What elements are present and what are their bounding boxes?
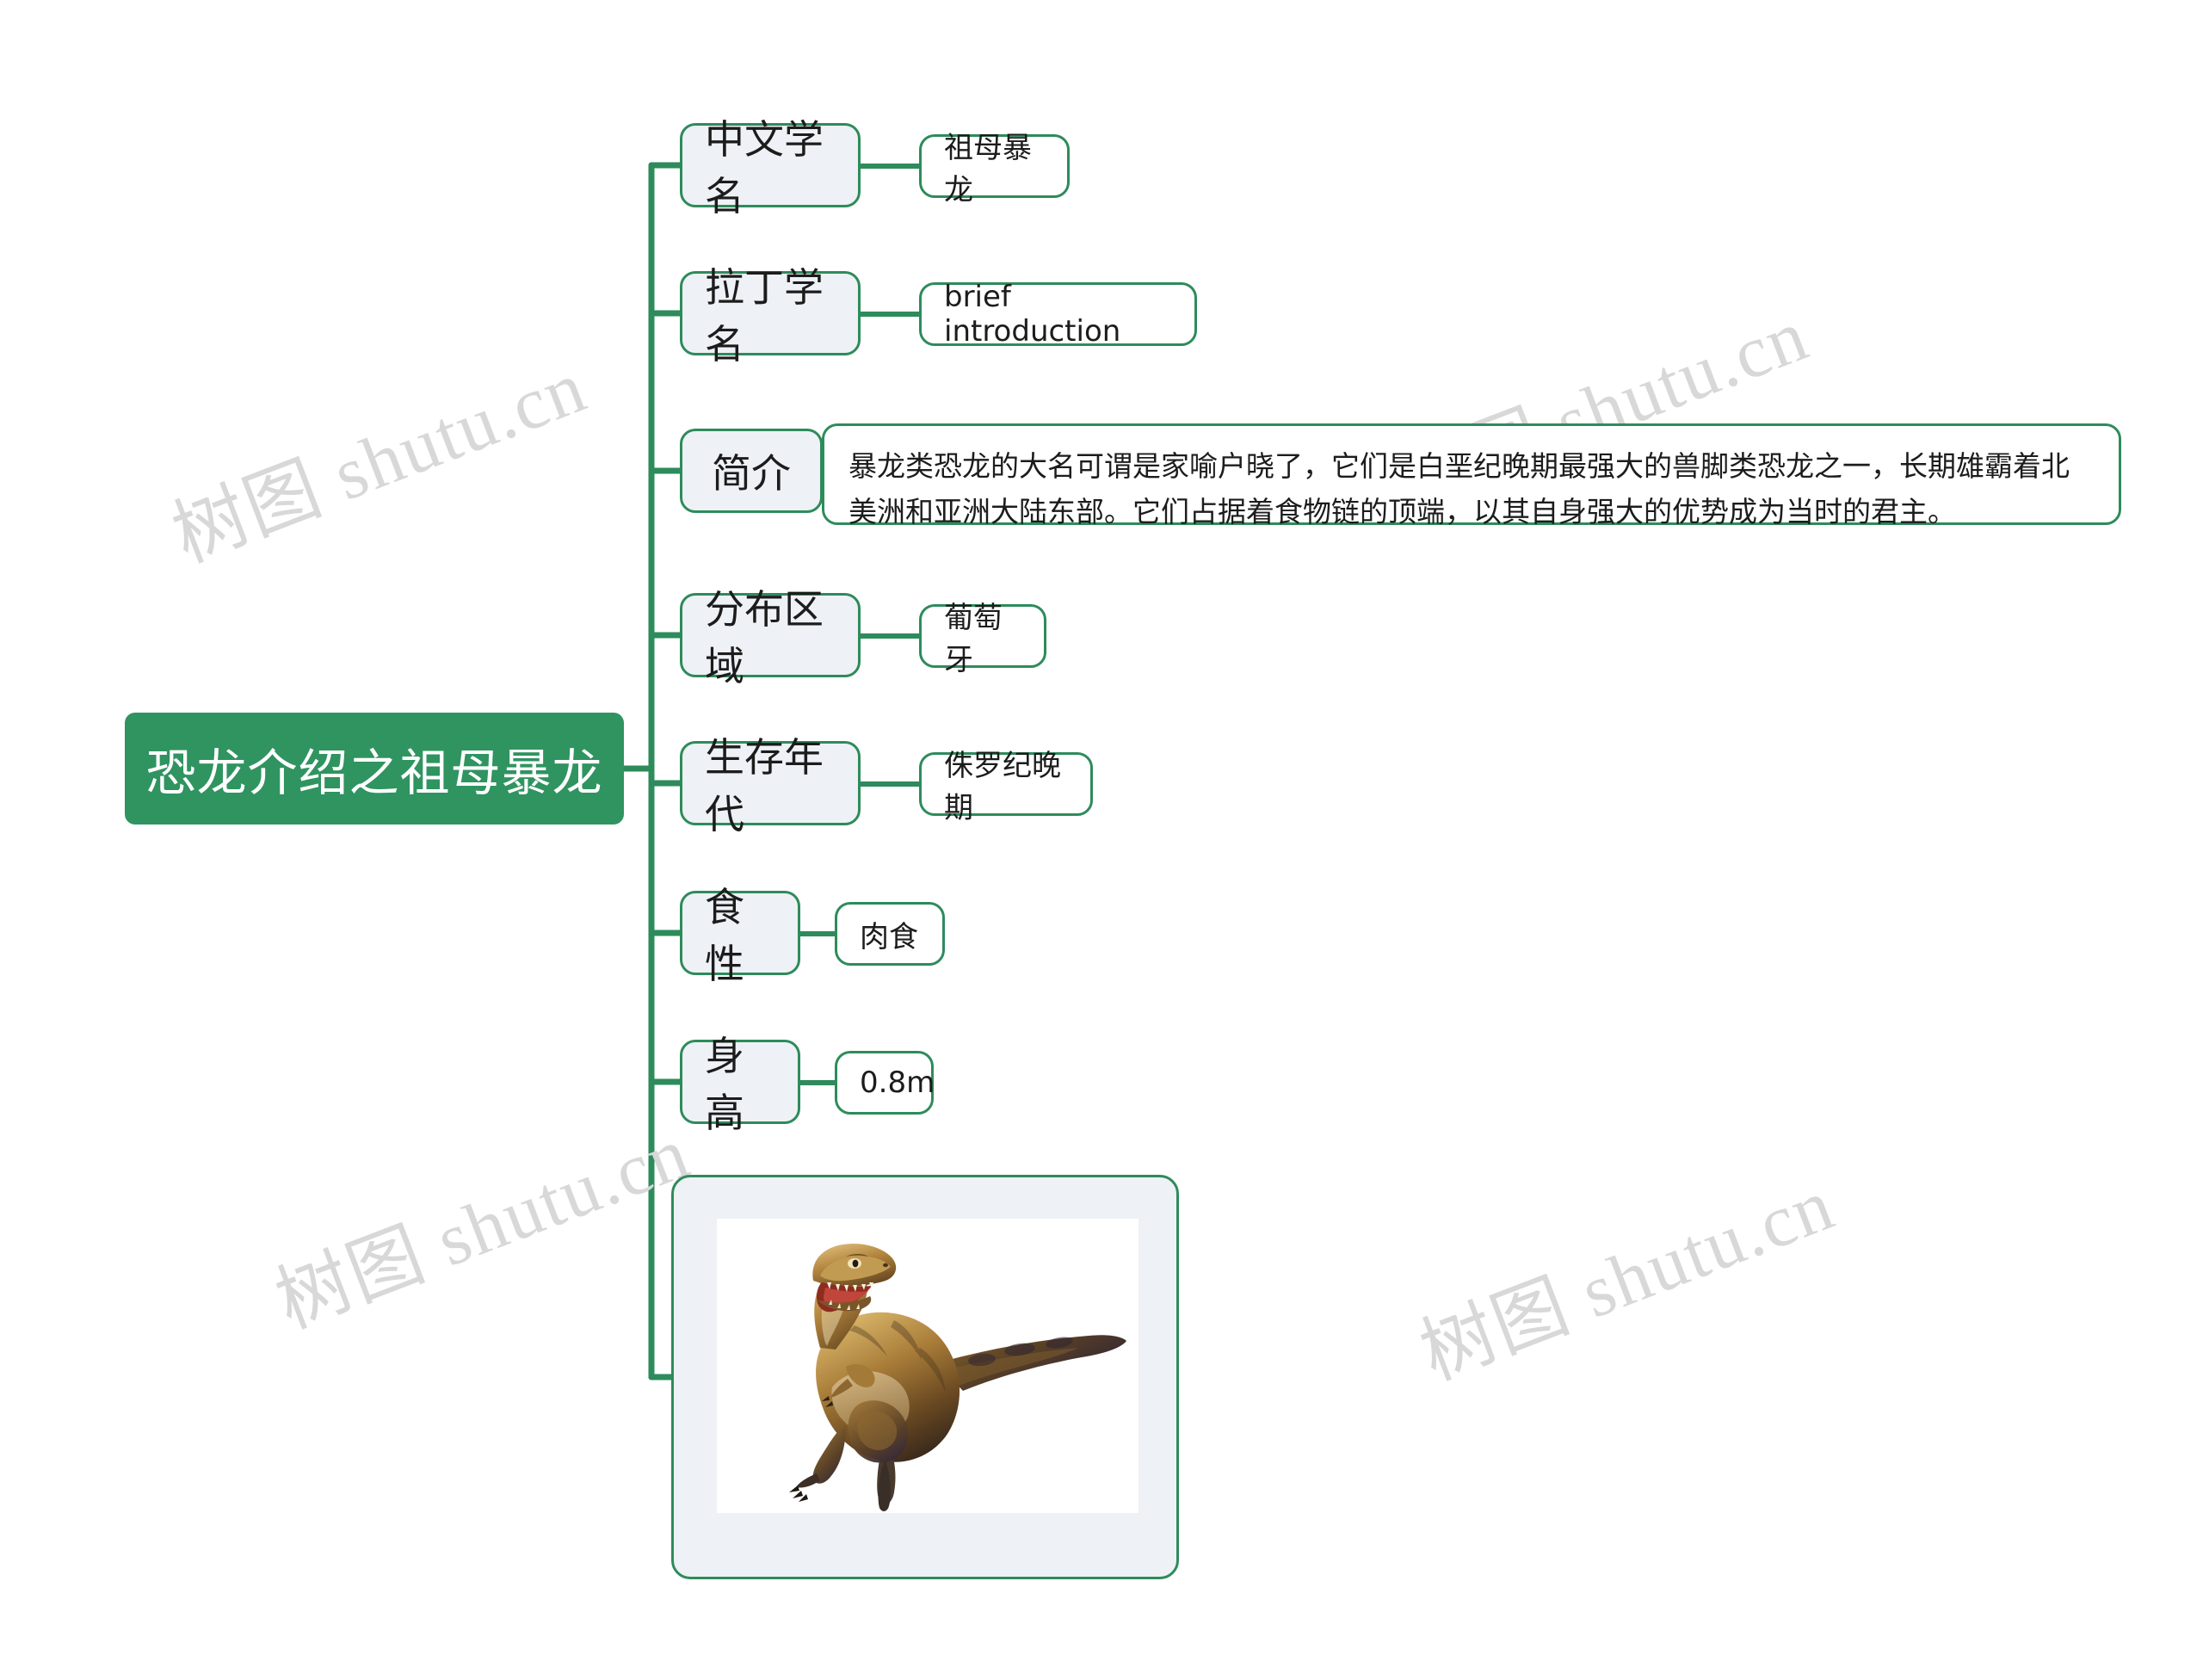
- branch-node-period[interactable]: 生存年代: [680, 734, 861, 837]
- watermark: 树图 shutu.cn: [264, 1110, 700, 1345]
- watermark: 树图 shutu.cn: [1409, 1162, 1845, 1397]
- value-node-diet[interactable]: 肉食: [835, 902, 945, 966]
- branch-node-distribution[interactable]: 分布区域: [680, 586, 861, 689]
- root-node[interactable]: 恐龙介绍之祖母暴龙: [125, 713, 624, 825]
- value-node-introduction[interactable]: 暴龙类恐龙的大名可谓是家喻户晓了，它们是白垩纪晚期最强大的兽脚类恐龙之一，长期雄…: [822, 423, 2121, 528]
- branch-node-introduction[interactable]: 简介: [680, 429, 823, 513]
- branch-node-chinese-name[interactable]: 中文学名: [680, 116, 861, 219]
- illustration-frame: [717, 1219, 1139, 1513]
- value-node-period[interactable]: 侏罗纪晚期: [919, 749, 1093, 825]
- value-node-distribution[interactable]: 葡萄牙: [919, 601, 1046, 677]
- value-node-chinese-name[interactable]: 祖母暴龙: [919, 131, 1070, 207]
- value-node-latin-name[interactable]: brief introduction: [919, 280, 1197, 349]
- tyrannosaurus-illustration-icon: [717, 1219, 1139, 1513]
- branch-node-diet[interactable]: 食性: [680, 884, 800, 987]
- watermark: 树图 shutu.cn: [161, 344, 597, 579]
- branch-node-height[interactable]: 身高: [680, 1033, 800, 1136]
- branch-node-latin-name[interactable]: 拉丁学名: [680, 264, 861, 368]
- image-node-illustration[interactable]: [671, 1175, 1179, 1579]
- value-node-height[interactable]: 0.8m: [835, 1051, 935, 1115]
- mindmap-canvas: 恐龙介绍之祖母暴龙 中文学名 祖母暴龙 拉丁学名 brief introduct…: [0, 0, 2203, 1680]
